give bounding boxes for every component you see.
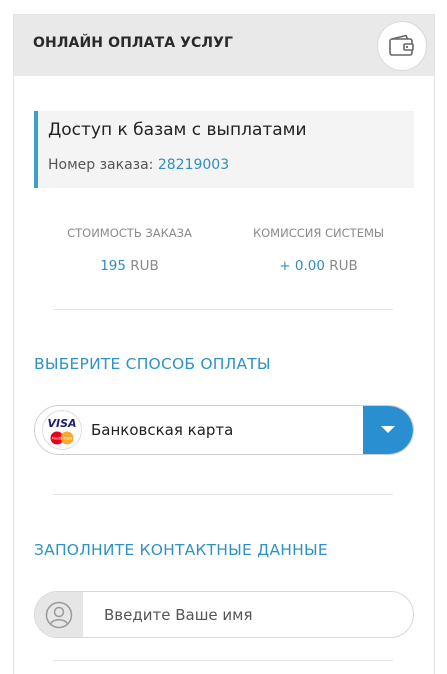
fee-value: + 0.00 RUB <box>236 258 401 274</box>
fee-label: КОМИССИЯ СИСТЕМЫ <box>252 226 385 240</box>
order-info: Доступ к базам с выплатами Номер заказа:… <box>34 111 414 188</box>
payment-section-title: ВЫБЕРИТЕ СПОСОБ ОПЛАТЫ <box>34 355 271 373</box>
payment-card: ОНЛАЙН ОПЛАТА УСЛУГ Доступ к базам с вып… <box>13 14 435 674</box>
visa-logo-text: VISA <box>47 417 76 430</box>
name-input[interactable] <box>83 592 413 637</box>
divider <box>53 494 393 495</box>
order-number-row: Номер заказа: 28219003 <box>48 157 229 173</box>
fee-amount: + 0.00 <box>279 258 325 274</box>
cost-currency: RUB <box>130 258 159 274</box>
cost-value: 195 RUB <box>52 258 207 274</box>
name-icon-box <box>35 592 83 637</box>
fee-currency: RUB <box>329 258 358 274</box>
page-title: ОНЛАЙН ОПЛАТА УСЛУГ <box>33 35 234 51</box>
contact-section-title: ЗАПОЛНИТЕ КОНТАКТНЫЕ ДАННЫЕ <box>34 541 328 559</box>
divider <box>53 660 393 661</box>
visa-mastercard-icon: VISA MasterCard <box>42 410 82 450</box>
cost-amount: 195 <box>100 258 126 274</box>
divider <box>53 309 393 310</box>
cost-label: СТОИМОСТЬ ЗАКАЗА <box>67 226 192 240</box>
order-number-label: Номер заказа: <box>48 157 154 173</box>
chevron-down-icon <box>381 426 395 433</box>
payment-method-select[interactable]: VISA MasterCard Банковская карта <box>34 405 414 455</box>
wallet-icon <box>389 34 414 56</box>
dropdown-toggle[interactable] <box>363 406 413 454</box>
order-title: Доступ к базам с выплатами <box>48 120 307 140</box>
user-icon <box>45 601 73 628</box>
wallet-button[interactable] <box>377 21 427 71</box>
header-bar: ОНЛАЙН ОПЛАТА УСЛУГ <box>14 15 434 76</box>
order-number: 28219003 <box>157 157 230 173</box>
name-field[interactable] <box>34 591 414 638</box>
payment-method-value: Банковская карта <box>91 421 234 439</box>
mastercard-logo-text: MasterCard <box>52 437 73 441</box>
